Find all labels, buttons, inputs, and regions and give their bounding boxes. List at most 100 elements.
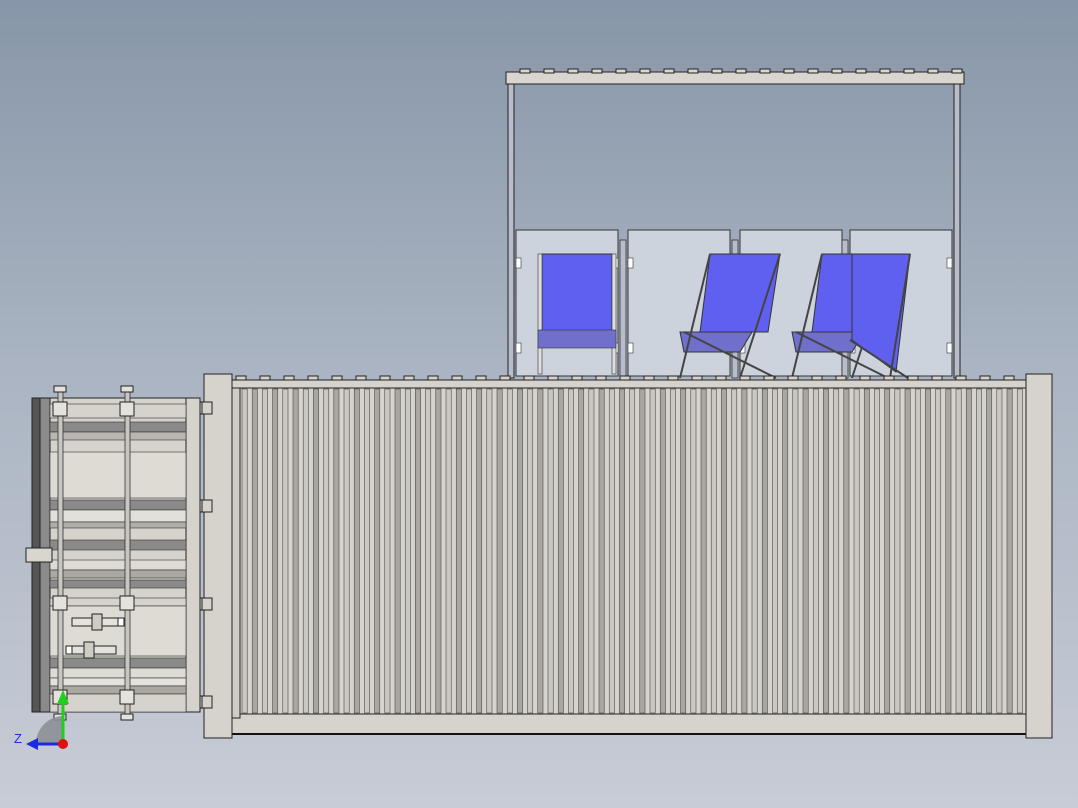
corrugation-rib bbox=[292, 388, 299, 714]
door-band bbox=[49, 521, 187, 529]
corrugation-rib bbox=[282, 388, 289, 714]
corrugation-rib bbox=[486, 388, 493, 714]
beam-notch bbox=[735, 68, 747, 74]
corrugation-rib bbox=[302, 388, 309, 714]
corrugation-rib bbox=[659, 388, 666, 714]
beam-notch bbox=[567, 68, 579, 74]
corrugation-rib bbox=[343, 388, 350, 714]
roof-lug bbox=[547, 375, 559, 381]
corrugation-rib bbox=[364, 388, 370, 714]
corrugation-rib bbox=[313, 388, 319, 714]
corrugation-rib bbox=[761, 388, 768, 714]
corrugation-rib bbox=[374, 388, 381, 714]
corrugation-rib bbox=[874, 388, 880, 714]
corrugation-rib bbox=[517, 388, 523, 714]
door-band bbox=[49, 431, 187, 441]
corrugation-rib bbox=[619, 388, 625, 714]
corrugation-rib bbox=[721, 388, 727, 714]
beam-notch bbox=[951, 68, 963, 74]
panel-clip bbox=[627, 257, 634, 269]
corrugation-rib bbox=[445, 388, 452, 714]
roof-lug bbox=[235, 375, 247, 381]
corrugation-rib bbox=[812, 388, 819, 714]
corrugation-rib bbox=[333, 388, 340, 714]
left-corner-inner bbox=[231, 387, 241, 719]
corrugation-rib bbox=[710, 388, 717, 714]
beam-notch bbox=[759, 68, 771, 74]
locking-bar-cap bbox=[53, 385, 67, 393]
roof-lug bbox=[811, 375, 823, 381]
corrugation-rib bbox=[323, 388, 330, 714]
corrugation-rib bbox=[578, 388, 585, 714]
corrugation-rib bbox=[527, 388, 534, 714]
corrugation-rib bbox=[945, 388, 952, 714]
roof-lug bbox=[403, 375, 415, 381]
pergola-post-left bbox=[507, 83, 515, 379]
corrugation-rib bbox=[425, 388, 432, 714]
beam-notch bbox=[807, 68, 819, 74]
roof-lug bbox=[931, 375, 943, 381]
right-corner-post bbox=[1025, 373, 1053, 739]
locking-bar-bracket bbox=[119, 401, 135, 417]
corrugation-rib bbox=[353, 388, 360, 714]
panel-clip bbox=[627, 342, 634, 354]
roof-lug bbox=[595, 375, 607, 381]
container-bottom-rail bbox=[229, 713, 1029, 735]
corrugation-rib bbox=[1016, 388, 1023, 714]
corrugation-rib bbox=[996, 388, 1003, 714]
roof-lug bbox=[859, 375, 871, 381]
locking-bar-bracket bbox=[52, 595, 68, 611]
locking-bar-bracket bbox=[52, 401, 68, 417]
door-band bbox=[49, 685, 187, 695]
corrugation-rib bbox=[986, 388, 993, 714]
corrugation-rib bbox=[272, 388, 279, 714]
corrugation-rib bbox=[415, 388, 421, 714]
door-band bbox=[49, 677, 187, 687]
corrugation-rib bbox=[731, 388, 738, 714]
corrugation-rib bbox=[670, 388, 676, 714]
roof-lug bbox=[355, 375, 367, 381]
container-body bbox=[203, 373, 1053, 739]
roof-lug bbox=[883, 375, 895, 381]
roof-lug bbox=[499, 375, 511, 381]
corrugation-rib bbox=[965, 388, 972, 714]
door-band bbox=[49, 579, 187, 589]
corrugation-rib bbox=[853, 388, 860, 714]
corrugation-rib bbox=[608, 388, 615, 714]
roof-lug bbox=[307, 375, 319, 381]
beam-notch bbox=[879, 68, 891, 74]
roof-lugs bbox=[235, 375, 1015, 381]
corrugation-rib bbox=[262, 388, 268, 714]
corrugation-rib bbox=[1006, 388, 1013, 714]
pergola-top-beam bbox=[505, 71, 965, 85]
beam-notch bbox=[663, 68, 675, 74]
corrugation-rib bbox=[680, 388, 687, 714]
corrugation-rib bbox=[639, 388, 646, 714]
beam-notch bbox=[519, 68, 531, 74]
beam-notch bbox=[831, 68, 843, 74]
door-band bbox=[49, 499, 187, 511]
corrugation-rib bbox=[394, 388, 401, 714]
door-band bbox=[49, 569, 187, 579]
container-roof-rail bbox=[229, 375, 1029, 389]
triad-origin bbox=[58, 739, 68, 749]
corrugation-rib bbox=[690, 388, 697, 714]
roof-lug bbox=[475, 375, 487, 381]
roof-lug bbox=[979, 375, 991, 381]
door-band bbox=[49, 693, 187, 713]
beam-notch bbox=[711, 68, 723, 74]
corrugation-rib bbox=[649, 388, 656, 714]
corrugation-rib bbox=[741, 388, 748, 714]
cad-viewport[interactable]: Z bbox=[0, 0, 1078, 808]
corrugation-rib bbox=[802, 388, 809, 714]
door-band bbox=[49, 597, 187, 607]
door-band bbox=[49, 539, 187, 551]
corrugation-rib bbox=[629, 388, 636, 714]
roof-lug bbox=[835, 375, 847, 381]
corrugation-rib bbox=[894, 388, 901, 714]
chair-fabric bbox=[541, 253, 613, 333]
pergola-post-right bbox=[953, 83, 961, 379]
roof-lug bbox=[955, 375, 967, 381]
chair-leg bbox=[611, 253, 617, 375]
corrugation-rib bbox=[568, 388, 574, 714]
